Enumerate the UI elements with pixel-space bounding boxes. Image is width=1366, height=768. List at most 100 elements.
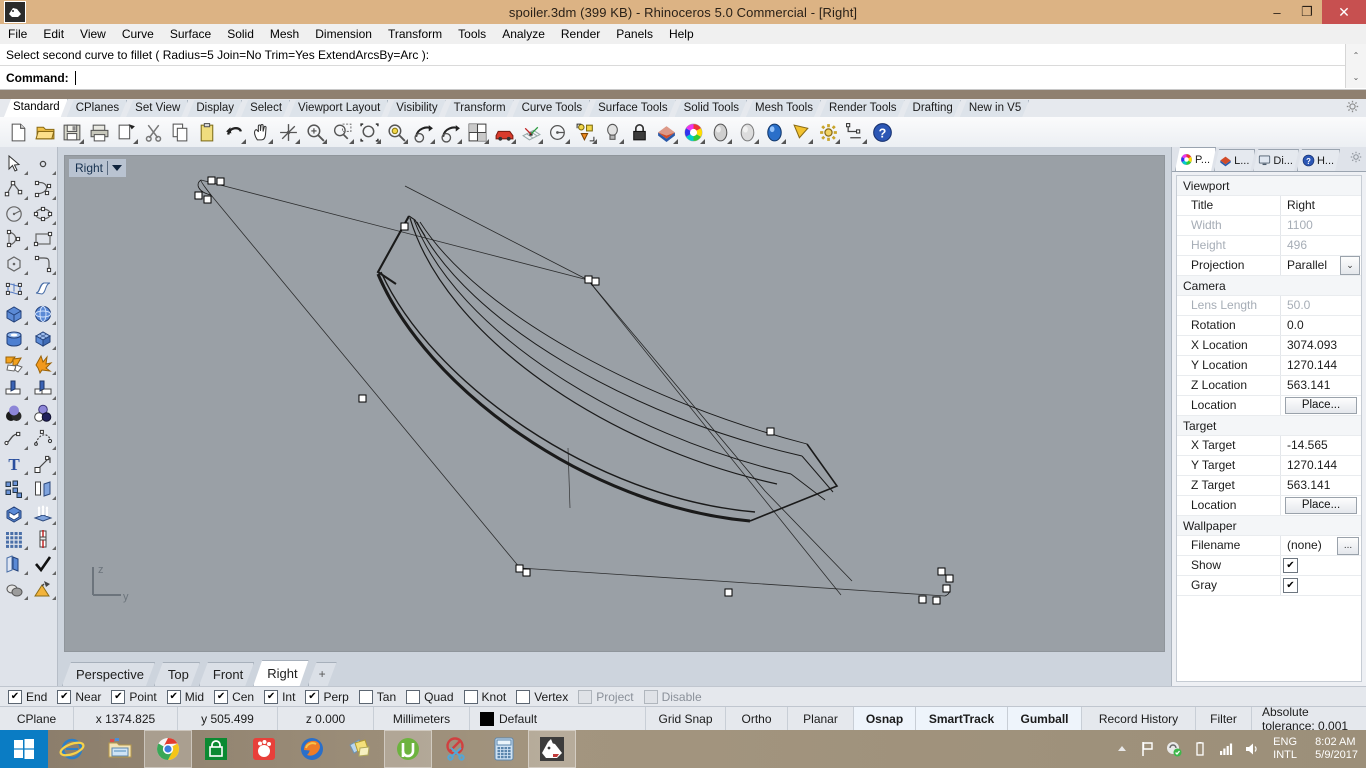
polyline-icon[interactable] bbox=[0, 176, 29, 201]
cad-model-canvas[interactable] bbox=[65, 156, 1165, 652]
osnap-point[interactable]: ✔ Point bbox=[111, 690, 157, 704]
flyout-arrow-icon[interactable] bbox=[862, 139, 867, 144]
render-paint-icon[interactable] bbox=[29, 576, 58, 601]
command-scroll-up-icon[interactable]: ⌃ bbox=[1346, 44, 1366, 66]
flyout-arrow-icon[interactable] bbox=[23, 221, 28, 225]
command-scroll-down-icon[interactable]: ⌄ bbox=[1346, 66, 1366, 88]
menu-solid[interactable]: Solid bbox=[219, 25, 262, 43]
command-input-row[interactable]: Command: bbox=[0, 67, 1345, 89]
grid-array-icon[interactable] bbox=[0, 526, 29, 551]
viewport-tab-right[interactable]: Right bbox=[253, 660, 308, 686]
property-checkbox[interactable]: ✔ bbox=[1283, 578, 1298, 593]
flyout-arrow-icon[interactable] bbox=[52, 496, 56, 500]
property-value[interactable]: -14.565 bbox=[1281, 436, 1361, 455]
osnap-perp[interactable]: ✔ Perp bbox=[305, 690, 349, 704]
flyout-arrow-icon[interactable] bbox=[727, 139, 732, 144]
flyout-arrow-icon[interactable] bbox=[52, 346, 56, 350]
menu-file[interactable]: File bbox=[0, 25, 35, 43]
taskbar-firefox[interactable] bbox=[288, 730, 336, 768]
toolbar-tab-mesh-tools[interactable]: Mesh Tools bbox=[746, 100, 821, 117]
osnap-vertex[interactable]: Vertex bbox=[516, 690, 568, 704]
flyout-arrow-icon[interactable] bbox=[322, 139, 327, 144]
property-value[interactable]: 1270.144 bbox=[1281, 356, 1361, 375]
flyout-arrow-icon[interactable] bbox=[52, 296, 56, 300]
circle-center-icon[interactable] bbox=[546, 120, 570, 144]
menu-help[interactable]: Help bbox=[661, 25, 702, 43]
command-scrollbar[interactable]: ⌃ ⌄ bbox=[1345, 44, 1366, 88]
place-button[interactable]: Place... bbox=[1285, 397, 1357, 414]
place-button[interactable]: Place... bbox=[1285, 497, 1357, 514]
pan-icon[interactable] bbox=[249, 120, 273, 144]
osnap-mid[interactable]: ✔ Mid bbox=[166, 690, 204, 704]
menu-dimension[interactable]: Dimension bbox=[307, 25, 380, 43]
open-folder-icon[interactable] bbox=[33, 120, 57, 144]
flyout-arrow-icon[interactable] bbox=[511, 139, 516, 144]
flyout-arrow-icon[interactable] bbox=[23, 521, 28, 525]
flyout-arrow-icon[interactable] bbox=[295, 139, 300, 144]
box-icon[interactable] bbox=[0, 301, 29, 326]
toolbar-tab-solid-tools[interactable]: Solid Tools bbox=[675, 100, 747, 117]
save-icon[interactable] bbox=[60, 120, 84, 144]
osnap-end[interactable]: ✔ End bbox=[8, 690, 47, 704]
zoom-window-icon[interactable] bbox=[357, 120, 381, 144]
property-checkbox[interactable]: ✔ bbox=[1283, 558, 1298, 573]
options-gear-icon[interactable] bbox=[816, 120, 840, 144]
flyout-arrow-icon[interactable] bbox=[23, 546, 28, 550]
clipping-plane-icon[interactable] bbox=[789, 120, 813, 144]
osnap-quad[interactable]: Quad bbox=[406, 690, 454, 704]
osnap-checkbox[interactable] bbox=[463, 690, 478, 704]
scale-icon[interactable] bbox=[29, 451, 58, 476]
circle-icon[interactable] bbox=[0, 201, 29, 226]
taskbar-sticky-notes[interactable] bbox=[336, 730, 384, 768]
flyout-arrow-icon[interactable] bbox=[592, 139, 597, 144]
toolbar-tab-select[interactable]: Select bbox=[241, 100, 290, 117]
ghosted-sphere-icon[interactable] bbox=[735, 120, 759, 144]
taskbar-utorrent[interactable] bbox=[384, 730, 432, 768]
cut-icon[interactable] bbox=[141, 120, 165, 144]
flyout-arrow-icon[interactable] bbox=[23, 296, 28, 300]
osnap-project[interactable]: Project bbox=[578, 690, 634, 704]
osnap-checkbox[interactable]: ✔ bbox=[8, 690, 22, 704]
status-toggle-osnap[interactable]: Osnap bbox=[854, 707, 916, 731]
ellipse-icon[interactable] bbox=[29, 201, 58, 226]
flyout-arrow-icon[interactable] bbox=[23, 346, 28, 350]
property-value[interactable]: 563.141 bbox=[1281, 376, 1361, 395]
property-value[interactable]: 3074.093 bbox=[1281, 336, 1361, 355]
new-file-icon[interactable] bbox=[6, 120, 30, 144]
taskbar-rhinoceros[interactable] bbox=[528, 730, 576, 768]
flyout-arrow-icon[interactable] bbox=[781, 139, 786, 144]
toolbar-tab-render-tools[interactable]: Render Tools bbox=[820, 100, 905, 117]
light-icon[interactable] bbox=[600, 120, 624, 144]
taskbar-calculator[interactable] bbox=[480, 730, 528, 768]
flyout-arrow-icon[interactable] bbox=[52, 321, 56, 325]
chevron-down-icon[interactable]: ⌄ bbox=[1340, 256, 1360, 275]
blend-curve-icon[interactable] bbox=[0, 426, 29, 451]
flag-action-center-icon[interactable] bbox=[1139, 740, 1157, 758]
toolbar-tab-new-in-v5[interactable]: New in V5 bbox=[960, 100, 1029, 117]
status-toggle-filter[interactable]: Filter bbox=[1196, 707, 1252, 731]
panel-tab-help[interactable]: ? H... bbox=[1297, 149, 1340, 171]
curve-control-points-icon[interactable] bbox=[29, 176, 58, 201]
mirror-icon[interactable] bbox=[29, 476, 58, 501]
viewport-tab-front[interactable]: Front bbox=[199, 662, 254, 686]
taskbar-internet-explorer[interactable] bbox=[48, 730, 96, 768]
flyout-arrow-icon[interactable] bbox=[349, 139, 354, 144]
toolbar-tab-surface-tools[interactable]: Surface Tools bbox=[589, 100, 675, 117]
render-icon[interactable] bbox=[492, 120, 516, 144]
menu-render[interactable]: Render bbox=[553, 25, 608, 43]
toolbar-tab-visibility[interactable]: Visibility bbox=[387, 100, 445, 117]
property-value[interactable]: 563.141 bbox=[1281, 476, 1361, 495]
object-properties-icon[interactable] bbox=[573, 120, 597, 144]
status-toggle-smarttrack[interactable]: SmartTrack bbox=[916, 707, 1008, 731]
status-toggle-ortho[interactable]: Ortho bbox=[726, 707, 788, 731]
select-arrow-icon[interactable] bbox=[0, 151, 29, 176]
osnap-near[interactable]: ✔ Near bbox=[57, 690, 101, 704]
menu-curve[interactable]: Curve bbox=[114, 25, 162, 43]
flyout-arrow-icon[interactable] bbox=[52, 196, 56, 200]
flyout-arrow-icon[interactable] bbox=[23, 371, 28, 375]
lock-icon[interactable] bbox=[627, 120, 651, 144]
minimize-button[interactable]: – bbox=[1262, 0, 1292, 24]
battery-icon[interactable] bbox=[1191, 740, 1209, 758]
taskbar-google-chrome[interactable] bbox=[144, 730, 192, 768]
curve-fillet-icon[interactable] bbox=[29, 251, 58, 276]
